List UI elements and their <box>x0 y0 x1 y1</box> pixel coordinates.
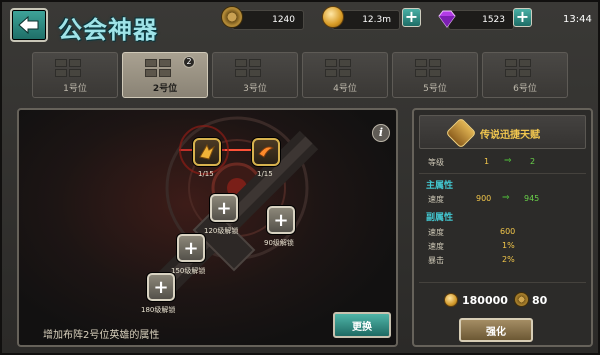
purple-gem-icon <box>436 8 458 30</box>
tab-position-4[interactable]: 4号位 <box>302 52 388 98</box>
sub-attr-title: 副属性 <box>426 213 454 223</box>
cog-coin-icon <box>221 6 243 28</box>
divider <box>419 282 586 283</box>
unlock-label-120: 120级解锁 <box>204 227 239 235</box>
detail-panel: 传说迅捷天赋 等级 1 ⇒ 2 主属性 速度 900 ⇒ 945 副属性 速度 … <box>412 108 593 347</box>
level-label: 等级 <box>428 158 444 167</box>
main-attr-name: 速度 <box>428 195 444 204</box>
resource-guild-token-value: 1240 <box>272 15 295 25</box>
tab-position-2[interactable]: 2 2号位 <box>122 52 208 98</box>
tab-position-6[interactable]: 6号位 <box>482 52 568 98</box>
slot-grid-icon <box>505 59 545 79</box>
game-window: 公会神器 1240 12.3m + 1523 + 13:44 1号位 2 2号位… <box>0 0 600 355</box>
unlock-label-180: 180级解锁 <box>141 306 176 314</box>
gold-coin-icon <box>444 293 458 307</box>
tab-label: 3号位 <box>243 84 267 94</box>
sub-attr-name: 速度 <box>428 242 444 251</box>
main-attr-title: 主属性 <box>426 181 454 191</box>
sub-attr-value: 1% <box>502 241 515 250</box>
resource-gold-value: 12.3m <box>362 15 391 25</box>
sub-attr-value: 2% <box>502 255 515 264</box>
cog-coin-icon <box>514 292 529 307</box>
plus-icon: + <box>153 276 169 298</box>
tab-position-3[interactable]: 3号位 <box>212 52 298 98</box>
slot-grid-icon <box>415 59 455 79</box>
resource-guild-token: 1240 <box>232 10 304 30</box>
artifact-panel: 1/15 1/15 + 120级解锁 + 90级解锁 + 150级解锁 + 18… <box>17 108 398 347</box>
locked-node-90[interactable]: + <box>267 206 295 234</box>
tab-label: 5号位 <box>423 84 447 94</box>
plus-icon: + <box>216 197 232 219</box>
tab-label: 1号位 <box>63 84 87 94</box>
upgrade-arrow-icon: ⇒ <box>502 193 510 203</box>
cost-gold: 180000 <box>462 294 508 307</box>
skill-node-1[interactable] <box>193 138 221 166</box>
clock: 13:44 <box>563 14 592 25</box>
sub-attr-name: 暴击 <box>428 256 444 265</box>
tab-label: 6号位 <box>513 84 537 94</box>
level-from: 1 <box>484 157 490 166</box>
upgrade-button[interactable]: 强化 <box>459 318 533 342</box>
plus-icon: + <box>183 237 199 259</box>
upgrade-arrow-icon: ⇒ <box>504 156 512 166</box>
detail-header: 传说迅捷天赋 <box>419 115 586 149</box>
slot-grid-icon <box>55 59 95 79</box>
resource-gem-value: 1523 <box>482 15 505 25</box>
tab-position-5[interactable]: 5号位 <box>392 52 478 98</box>
gold-coin-icon <box>322 6 344 28</box>
main-attr-from: 900 <box>476 194 492 203</box>
locked-node-150[interactable]: + <box>177 234 205 262</box>
tab-label: 2号位 <box>152 84 178 94</box>
sub-attr-name: 速度 <box>428 228 444 237</box>
back-arrow-icon <box>18 15 39 35</box>
talent-title: 传说迅捷天赋 <box>480 130 540 141</box>
locked-node-180[interactable]: + <box>147 273 175 301</box>
add-gold-button[interactable]: + <box>402 8 421 27</box>
skill-node-2-level: 1/15 <box>257 170 273 178</box>
tab-badge: 2 <box>183 56 195 68</box>
slot-grid-icon <box>145 59 185 79</box>
swift-slash-icon <box>258 146 275 158</box>
sub-attr-value: 600 <box>500 227 516 236</box>
slot-grid-icon <box>325 59 365 79</box>
skill-node-2[interactable] <box>252 138 280 166</box>
cost-token: 80 <box>532 294 548 307</box>
add-gem-button[interactable]: + <box>513 8 532 27</box>
speed-claw-icon <box>199 143 216 160</box>
main-attr-to: 945 <box>524 194 540 203</box>
level-to: 2 <box>530 157 536 166</box>
slot-grid-icon <box>235 59 275 79</box>
page-title: 公会神器 <box>58 16 158 44</box>
back-button[interactable] <box>10 8 48 42</box>
locked-node-120[interactable]: + <box>210 194 238 222</box>
tab-label: 4号位 <box>333 84 357 94</box>
info-icon[interactable]: i <box>372 124 390 142</box>
talent-gem-icon <box>445 117 477 149</box>
artifact-description: 增加布阵2号位英雄的属性 <box>43 330 160 341</box>
tab-position-1[interactable]: 1号位 <box>32 52 118 98</box>
plus-icon: + <box>273 209 289 231</box>
divider <box>419 173 586 174</box>
unlock-label-90: 90级解锁 <box>264 239 294 247</box>
position-tabs: 1号位 2 2号位 3号位 4号位 5号位 6号位 <box>32 52 592 98</box>
skill-node-1-level: 1/15 <box>198 170 214 178</box>
unlock-label-150: 150级解锁 <box>171 267 206 275</box>
change-button[interactable]: 更换 <box>333 312 391 338</box>
